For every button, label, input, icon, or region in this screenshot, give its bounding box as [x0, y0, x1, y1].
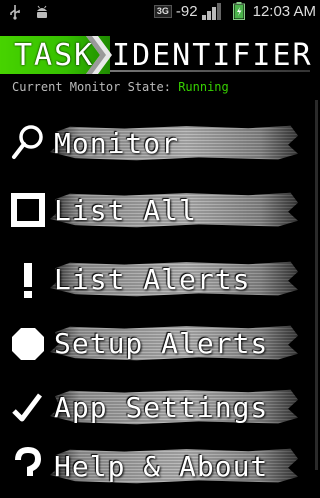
monitor-state-label: Current Monitor State: [12, 80, 171, 94]
battery-icon [232, 2, 245, 20]
signal-bars-icon [201, 2, 221, 20]
menu-item-app-settings[interactable]: App Settings [0, 381, 320, 439]
app-title-part1: TASK [14, 38, 95, 73]
search-icon [12, 125, 43, 159]
square-icon [11, 193, 45, 227]
network-type-badge: 3G [153, 4, 172, 18]
question-icon [15, 446, 42, 476]
menu-item-list-alerts[interactable]: List Alerts [0, 253, 320, 311]
menu-item-setup-alerts[interactable]: Setup Alerts [0, 317, 320, 375]
octagon-icon [12, 328, 44, 360]
status-bar: 3G -92 12:03 AM [0, 0, 320, 25]
menu-item-help-about[interactable]: Help & About [0, 440, 320, 498]
android-debug-icon [37, 5, 47, 18]
menu-item-list-all[interactable]: List All [0, 184, 320, 242]
app-header: TASK IDENTIFIER [0, 36, 320, 74]
monitor-state-value: Running [178, 80, 229, 94]
usb-icon [10, 5, 20, 20]
menu-item-label: Setup Alerts [54, 327, 269, 360]
menu-item-label: App Settings [54, 391, 269, 424]
header-divider [110, 70, 310, 72]
menu-item-label: Help & About [54, 450, 269, 483]
checkmark-icon [12, 393, 42, 422]
clock: 12:03 AM [252, 2, 316, 20]
menu-item-monitor[interactable]: Monitor [0, 117, 320, 175]
notification-icons [8, 4, 50, 20]
menu-item-label: List Alerts [54, 263, 251, 296]
exclamation-icon [24, 263, 32, 298]
signal-strength-text: -92 [175, 2, 198, 20]
app-title-part2: IDENTIFIER [112, 38, 313, 73]
menu-item-label: Monitor [54, 127, 180, 160]
menu-item-label: List All [54, 194, 197, 227]
monitor-state: Current Monitor State: Running [12, 80, 229, 94]
